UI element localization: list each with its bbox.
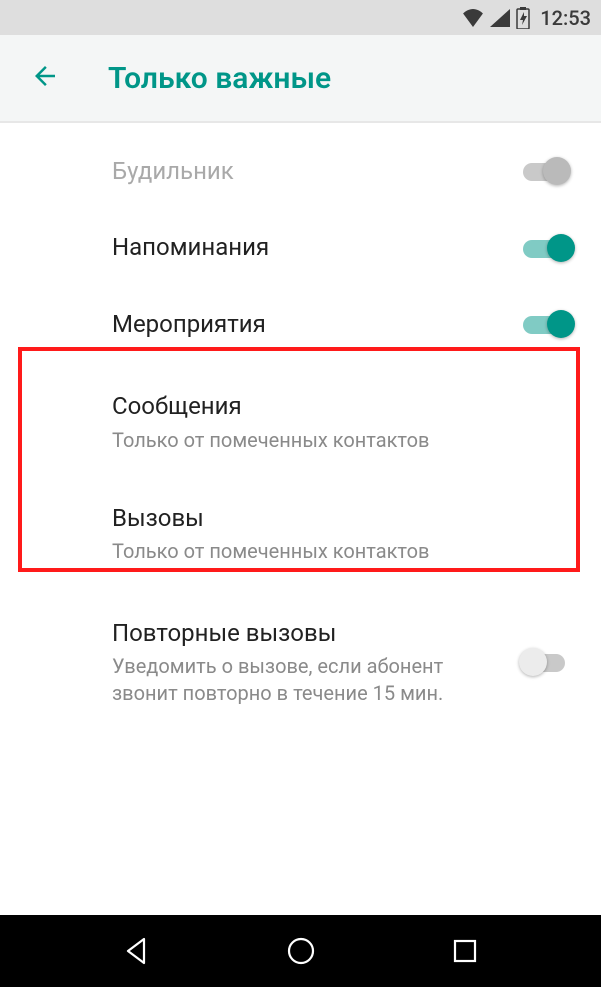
setting-events[interactable]: Мероприятия [0, 286, 601, 362]
back-arrow-icon[interactable] [30, 61, 60, 95]
page-title: Только важные [108, 61, 331, 96]
settings-list: Будильник Напоминания Мероприятия Сообще… [0, 123, 601, 729]
setting-alarm-title: Будильник [112, 155, 521, 187]
app-bar: Только важные [0, 35, 601, 123]
setting-messages-subtitle: Только от помеченных контактов [112, 427, 573, 454]
setting-calls-title: Вызовы [112, 502, 573, 534]
nav-recent-icon[interactable] [451, 937, 479, 965]
setting-events-title: Мероприятия [112, 308, 521, 340]
android-nav-bar [0, 915, 601, 987]
setting-messages-title: Сообщения [112, 390, 573, 422]
setting-calls-subtitle: Только от помеченных контактов [112, 538, 573, 565]
setting-calls[interactable]: Вызовы Только от помеченных контактов [0, 478, 601, 593]
setting-reminders[interactable]: Напоминания [0, 209, 601, 285]
battery-icon [516, 7, 530, 29]
nav-home-icon[interactable] [285, 935, 317, 967]
cell-signal-icon [490, 9, 510, 27]
setting-repeat-title: Повторные вызовы [112, 617, 501, 649]
setting-messages[interactable]: Сообщения Только от помеченных контактов [0, 362, 601, 477]
switch-events[interactable] [521, 309, 573, 339]
switch-repeat-callers[interactable] [521, 647, 573, 677]
wifi-icon [462, 9, 484, 27]
status-bar: 12:53 [0, 0, 601, 35]
setting-alarm: Будильник [0, 133, 601, 209]
switch-reminders[interactable] [521, 233, 573, 263]
nav-back-icon[interactable] [122, 936, 152, 966]
status-time: 12:53 [540, 6, 591, 30]
setting-reminders-title: Напоминания [112, 231, 521, 263]
setting-repeat-subtitle: Уведомить о вызове, если абонент звонит … [112, 653, 501, 707]
setting-repeat-callers[interactable]: Повторные вызовы Уведомить о вызове, есл… [0, 593, 601, 729]
switch-alarm [521, 156, 573, 186]
